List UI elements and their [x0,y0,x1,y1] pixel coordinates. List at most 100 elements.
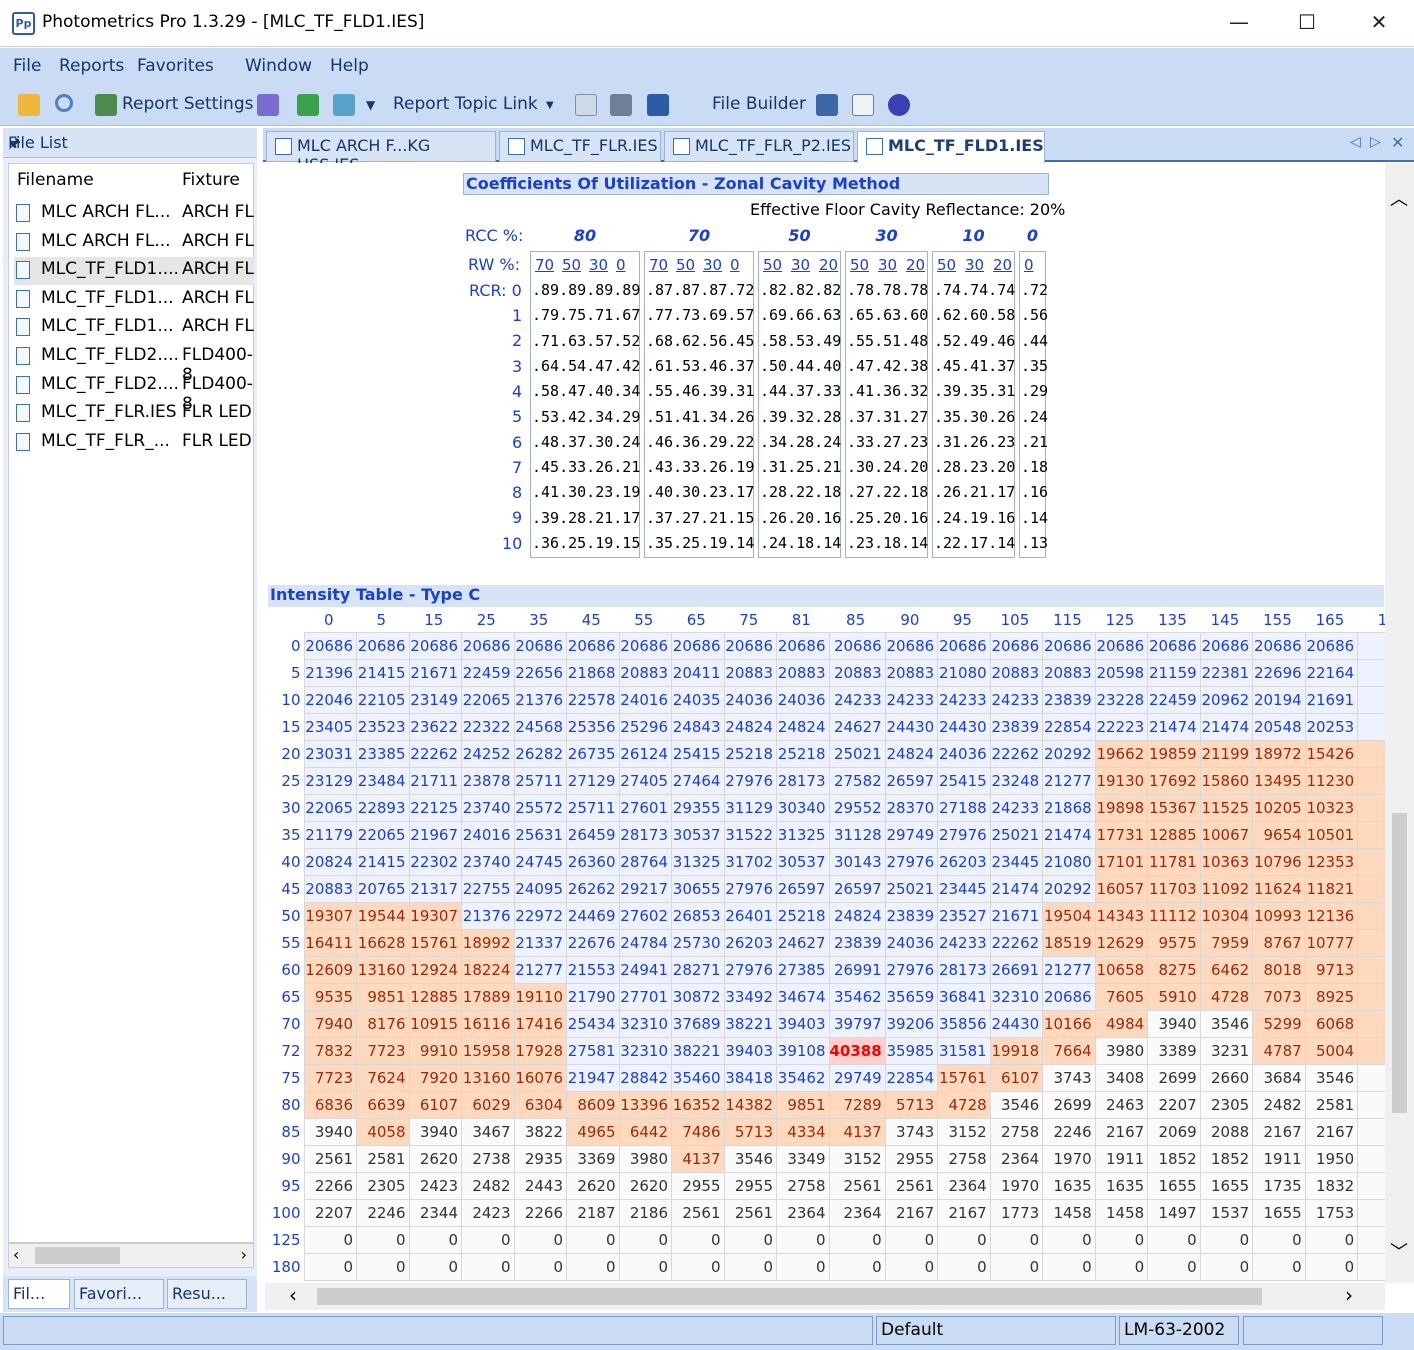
intensity-cell: 28271 [671,955,725,984]
file-list-item[interactable]: MLC_TF_FLD1... ARCH FL [14,314,254,342]
vertical-scrollbar[interactable]: ︿ ﹀ [1385,163,1414,1283]
file-list-item[interactable]: MLC_TF_FLD2.... FLD400-8 [14,343,254,385]
intensity-cell: 33492 [723,982,777,1011]
file-list-item[interactable]: MLC_TF_FLD1... ARCH FL [14,286,254,314]
rw-value[interactable]: 70 [535,256,554,274]
document-icon[interactable] [852,94,874,116]
rcr-value: 7 [512,457,523,477]
menu-file[interactable]: File [13,56,41,76]
rw-value[interactable]: 50 [937,256,956,274]
intensity-cell: 10304 [1199,901,1254,930]
file-list-item[interactable]: MLC ARCH FL... ARCH FL [14,200,254,228]
menu-reports[interactable]: Reports [59,56,124,76]
tab-mlc-tf-flr-p2[interactable]: MLC_TF_FLR_P2.IES [664,131,854,162]
intensity-cell: 19898 [1094,793,1149,822]
intensity-cell: 16411 [303,928,357,957]
intensity-cell: 24824 [884,739,939,768]
pin-icon[interactable]: 🖈 [8,133,249,157]
rw-value[interactable]: 30 [791,256,810,274]
scroll-right-icon[interactable]: › [1345,1283,1353,1307]
chevron-down-icon[interactable]: ▼ [366,98,375,112]
close-tab-icon[interactable]: ✕ [1391,133,1404,152]
tab-scroll-left-icon[interactable]: ◁ [1350,134,1361,150]
favorites-tab[interactable]: Favori... [74,1279,164,1309]
search-icon[interactable] [55,94,73,112]
rw-value[interactable]: 50 [676,256,695,274]
settings-gear-icon[interactable] [816,94,838,116]
rw-value[interactable]: 30 [703,256,722,274]
rw-value[interactable]: 50 [850,256,869,274]
rw-value[interactable]: 30 [878,256,897,274]
intensity-cell: 35460 [671,1063,725,1092]
report-view-icon[interactable] [257,94,279,116]
fixture-column-header[interactable]: Fixture [182,170,240,190]
intensity-cell: 30340 [776,793,830,822]
scroll-down-icon[interactable]: ﹀ [1390,1238,1408,1264]
tab-mlc-arch-hss[interactable]: MLC ARCH F...KG HSS.IES [266,131,496,174]
menu-window[interactable]: Window [245,56,312,76]
file-list-item[interactable]: MLC_TF_FLD1.... ARCH FL [14,257,254,286]
intensity-cell: 23445 [937,874,991,903]
intensity-cell: 30872 [671,982,725,1011]
scrollbar-thumb[interactable] [35,1247,120,1264]
results-tab[interactable]: Resu... [167,1279,247,1309]
file-list-item[interactable]: MLC_TF_FLR.IES FLR LED [14,400,254,428]
report-settings-button[interactable]: Report Settings [122,94,253,114]
file-list-item[interactable]: MLC ARCH FL... ARCH FL [14,229,254,257]
tab-scroll-right-icon[interactable]: ▷ [1370,134,1381,150]
refresh-icon[interactable] [297,94,319,116]
rw-value[interactable]: 70 [649,256,668,274]
scroll-left-icon[interactable]: ‹ [13,1245,19,1264]
scroll-up-icon[interactable]: ︿ [1390,185,1408,211]
intensity-cell: 18224 [461,955,515,984]
filename-column-header[interactable]: Filename [17,170,94,190]
print-icon[interactable] [610,94,632,116]
horizontal-scrollbar[interactable]: ‹ › [265,1283,1385,1310]
report-settings-icon[interactable] [95,94,117,116]
rw-value[interactable]: 0 [1024,256,1034,274]
file-name: MLC_TF_FLR_... [41,430,170,451]
file-list-item[interactable]: MLC_TF_FLR_... FLR LED [14,429,254,457]
intensity-cell: 4984 [1094,1009,1149,1038]
rw-value[interactable]: 30 [965,256,984,274]
tab-mlc-tf-fld1[interactable]: MLC_TF_FLD1.IES [857,131,1045,164]
minimize-button[interactable]: — [1224,10,1254,34]
rw-value[interactable]: 20 [906,256,925,274]
cu-value: .45.41.37 [934,356,1016,375]
rw-value[interactable]: 50 [562,256,581,274]
menu-help[interactable]: Help [330,56,369,76]
preview-icon[interactable] [575,94,597,116]
scroll-right-icon[interactable]: › [241,1245,247,1264]
file-fixture: FLR LED [182,402,252,423]
intensity-cell: 26597 [884,766,939,795]
tab-mlc-tf-flr[interactable]: MLC_TF_FLR.IES [499,131,661,162]
close-button[interactable]: ✕ [1364,10,1394,34]
file-list-horizontal-scrollbar[interactable]: ‹ › [8,1243,254,1268]
intensity-cell: 2463 [1094,1090,1149,1119]
menu-favorites[interactable]: Favorites [137,56,214,76]
maximize-button[interactable]: ☐ [1292,10,1322,34]
file-builder-button[interactable]: File Builder [712,94,806,114]
scroll-left-icon[interactable]: ‹ [289,1283,297,1307]
scrollbar-thumb[interactable] [317,1288,1262,1305]
intensity-cell: 2364 [989,1144,1044,1173]
help-icon[interactable] [888,94,910,116]
rw-value[interactable]: 20 [993,256,1012,274]
rw-value[interactable]: 30 [589,256,608,274]
file-list-item[interactable]: MLC_TF_FLD2.... FLD400-8 [14,372,254,414]
cu-value: .31.25.21 [760,458,842,477]
rw-value[interactable]: 20 [819,256,838,274]
scrollbar-thumb[interactable] [1392,813,1407,1113]
open-folder-icon[interactable] [18,94,40,116]
status-default: Default [876,1316,1116,1345]
rcr-value: 4 [512,381,523,401]
export-icon[interactable] [333,94,355,116]
plugin-icon[interactable] [647,94,669,116]
rw-value[interactable]: 50 [763,256,782,274]
chevron-down-icon[interactable]: ▼ [546,100,554,111]
files-tab[interactable]: Fil... [8,1279,70,1309]
intensity-cell: 20292 [1042,874,1096,903]
rw-value[interactable]: 0 [730,256,740,274]
rw-value[interactable]: 0 [616,256,626,274]
vertical-angle-header: 70 [281,1014,301,1033]
